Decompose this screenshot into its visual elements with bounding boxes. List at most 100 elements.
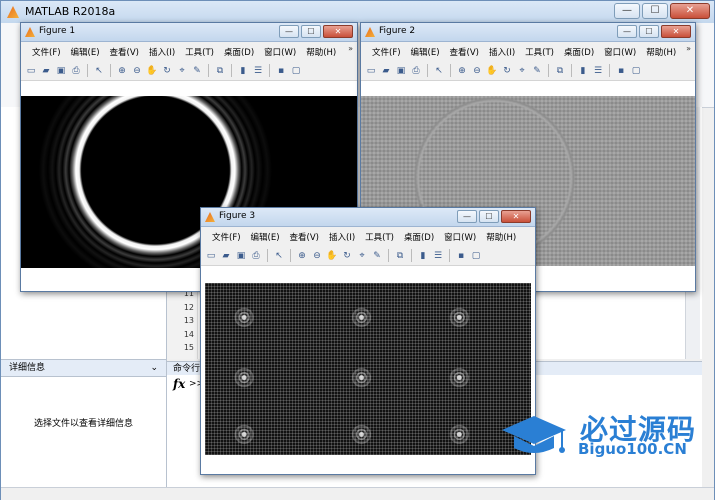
watermark-english: Biguo100.CN bbox=[578, 440, 687, 458]
new-file-icon[interactable]: ▭ bbox=[25, 65, 37, 77]
minimize-button[interactable]: — bbox=[457, 210, 477, 223]
save-icon[interactable]: ▣ bbox=[395, 65, 407, 77]
close-button[interactable]: ✕ bbox=[323, 25, 353, 38]
print-icon[interactable]: ⎙ bbox=[250, 250, 262, 262]
maximize-button[interactable]: ☐ bbox=[301, 25, 321, 38]
colorbar-icon[interactable]: ▮ bbox=[237, 65, 249, 77]
minimize-button[interactable]: — bbox=[614, 3, 640, 19]
data-cursor-icon[interactable]: ⌖ bbox=[516, 65, 528, 77]
menu-desktop[interactable]: 桌面(D) bbox=[219, 46, 259, 58]
open-icon[interactable]: ▰ bbox=[380, 65, 392, 77]
menu-overflow-icon[interactable]: » bbox=[686, 44, 691, 53]
brush-icon[interactable]: ✎ bbox=[371, 250, 383, 262]
print-icon[interactable]: ⎙ bbox=[410, 65, 422, 77]
menu-insert[interactable]: 插入(I) bbox=[484, 46, 520, 58]
close-button[interactable]: ✕ bbox=[670, 3, 710, 19]
menu-tools[interactable]: 工具(T) bbox=[180, 46, 219, 58]
save-icon[interactable]: ▣ bbox=[235, 250, 247, 262]
maximize-button[interactable]: ☐ bbox=[639, 25, 659, 38]
menu-view[interactable]: 查看(V) bbox=[285, 231, 324, 243]
menu-view[interactable]: 查看(V) bbox=[445, 46, 484, 58]
menu-tools[interactable]: 工具(T) bbox=[360, 231, 399, 243]
brush-icon[interactable]: ✎ bbox=[191, 65, 203, 77]
data-cursor-icon[interactable]: ⌖ bbox=[356, 250, 368, 262]
legend-icon[interactable]: ☰ bbox=[432, 250, 444, 262]
menu-help[interactable]: 帮助(H) bbox=[301, 46, 341, 58]
menu-edit[interactable]: 编辑(E) bbox=[246, 231, 285, 243]
colorbar-icon[interactable]: ▮ bbox=[577, 65, 589, 77]
hide-plot-tools-icon[interactable]: ▪ bbox=[275, 65, 287, 77]
zoom-in-icon[interactable]: ⊕ bbox=[116, 65, 128, 77]
menu-edit[interactable]: 编辑(E) bbox=[406, 46, 445, 58]
toolbar-separator bbox=[267, 249, 268, 262]
show-plot-tools-icon[interactable]: ▢ bbox=[290, 65, 302, 77]
maximize-button[interactable]: ☐ bbox=[642, 3, 668, 19]
chevron-down-icon[interactable]: ⌄ bbox=[150, 360, 158, 376]
zoom-in-icon[interactable]: ⊕ bbox=[296, 250, 308, 262]
legend-icon[interactable]: ☰ bbox=[252, 65, 264, 77]
menu-help[interactable]: 帮助(H) bbox=[481, 231, 521, 243]
menu-insert[interactable]: 插入(I) bbox=[324, 231, 360, 243]
menu-file[interactable]: 文件(F) bbox=[207, 231, 246, 243]
menu-edit[interactable]: 编辑(E) bbox=[66, 46, 105, 58]
pan-icon[interactable]: ✋ bbox=[326, 250, 338, 262]
line-number-gutter: 11 12 13 14 15 bbox=[167, 289, 198, 359]
zoom-out-icon[interactable]: ⊖ bbox=[471, 65, 483, 77]
menu-help[interactable]: 帮助(H) bbox=[641, 46, 681, 58]
detail-panel-header[interactable]: 详细信息 ⌄ bbox=[1, 359, 166, 377]
close-button[interactable]: ✕ bbox=[661, 25, 691, 38]
toolbar-separator bbox=[450, 64, 451, 77]
link-icon[interactable]: ⧉ bbox=[394, 250, 406, 262]
menu-overflow-icon[interactable]: » bbox=[348, 44, 353, 53]
figure-titlebar[interactable]: Figure 2 — ☐ ✕ bbox=[361, 23, 695, 42]
print-icon[interactable]: ⎙ bbox=[70, 65, 82, 77]
figure-3-window[interactable]: Figure 3 — ☐ ✕ 文件(F) 编辑(E) 查看(V) 插入(I) 工… bbox=[200, 207, 536, 475]
link-icon[interactable]: ⧉ bbox=[214, 65, 226, 77]
menu-insert[interactable]: 插入(I) bbox=[144, 46, 180, 58]
save-icon[interactable]: ▣ bbox=[55, 65, 67, 77]
zoom-in-icon[interactable]: ⊕ bbox=[456, 65, 468, 77]
pointer-icon[interactable]: ↖ bbox=[273, 250, 285, 262]
new-file-icon[interactable]: ▭ bbox=[205, 250, 217, 262]
open-icon[interactable]: ▰ bbox=[220, 250, 232, 262]
menu-window[interactable]: 窗口(W) bbox=[259, 46, 301, 58]
minimize-button[interactable]: — bbox=[279, 25, 299, 38]
pan-icon[interactable]: ✋ bbox=[146, 65, 158, 77]
menu-window[interactable]: 窗口(W) bbox=[599, 46, 641, 58]
zoom-out-icon[interactable]: ⊖ bbox=[131, 65, 143, 77]
open-icon[interactable]: ▰ bbox=[40, 65, 52, 77]
figure-titlebar[interactable]: Figure 1 — ☐ ✕ bbox=[21, 23, 357, 42]
pan-icon[interactable]: ✋ bbox=[486, 65, 498, 77]
menu-file[interactable]: 文件(F) bbox=[367, 46, 406, 58]
brush-icon[interactable]: ✎ bbox=[531, 65, 543, 77]
show-plot-tools-icon[interactable]: ▢ bbox=[470, 250, 482, 262]
show-plot-tools-icon[interactable]: ▢ bbox=[630, 65, 642, 77]
toolbar-separator bbox=[231, 64, 232, 77]
main-titlebar[interactable]: MATLAB R2018a — ☐ ✕ bbox=[1, 1, 714, 23]
new-file-icon[interactable]: ▭ bbox=[365, 65, 377, 77]
zoom-out-icon[interactable]: ⊖ bbox=[311, 250, 323, 262]
menu-desktop[interactable]: 桌面(D) bbox=[399, 231, 439, 243]
minimize-button[interactable]: — bbox=[617, 25, 637, 38]
toolbar-separator bbox=[290, 249, 291, 262]
close-button[interactable]: ✕ bbox=[501, 210, 531, 223]
legend-icon[interactable]: ☰ bbox=[592, 65, 604, 77]
menu-window[interactable]: 窗口(W) bbox=[439, 231, 481, 243]
rotate-icon[interactable]: ↻ bbox=[161, 65, 173, 77]
toolbar-separator bbox=[548, 64, 549, 77]
hide-plot-tools-icon[interactable]: ▪ bbox=[455, 250, 467, 262]
menu-file[interactable]: 文件(F) bbox=[27, 46, 66, 58]
rotate-icon[interactable]: ↻ bbox=[501, 65, 513, 77]
hide-plot-tools-icon[interactable]: ▪ bbox=[615, 65, 627, 77]
maximize-button[interactable]: ☐ bbox=[479, 210, 499, 223]
rotate-icon[interactable]: ↻ bbox=[341, 250, 353, 262]
link-icon[interactable]: ⧉ bbox=[554, 65, 566, 77]
data-cursor-icon[interactable]: ⌖ bbox=[176, 65, 188, 77]
menu-tools[interactable]: 工具(T) bbox=[520, 46, 559, 58]
menu-view[interactable]: 查看(V) bbox=[105, 46, 144, 58]
pointer-icon[interactable]: ↖ bbox=[433, 65, 445, 77]
menu-desktop[interactable]: 桌面(D) bbox=[559, 46, 599, 58]
pointer-icon[interactable]: ↖ bbox=[93, 65, 105, 77]
colorbar-icon[interactable]: ▮ bbox=[417, 250, 429, 262]
figure-titlebar[interactable]: Figure 3 — ☐ ✕ bbox=[201, 208, 535, 227]
